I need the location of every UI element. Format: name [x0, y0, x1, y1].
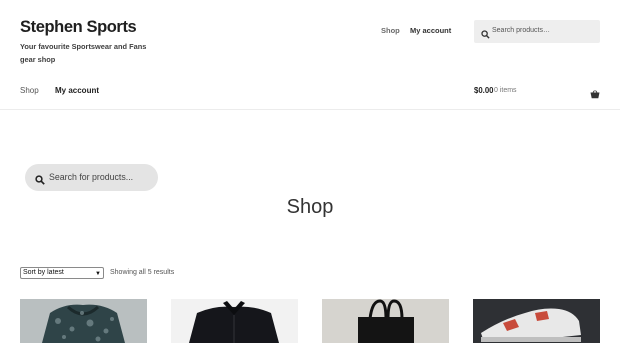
cart-item-count[interactable]: 0 items	[494, 87, 517, 94]
secondary-nav-my-account[interactable]: My account	[410, 26, 451, 35]
site-description: Your favourite Sportswear and Fans gear …	[20, 42, 147, 64]
product-search-placeholder: Search for products...	[49, 172, 134, 182]
product-image-bag[interactable]	[322, 299, 449, 343]
primary-nav-my-account[interactable]: My account	[55, 86, 99, 95]
secondary-nav-shop[interactable]: Shop	[381, 26, 400, 35]
basket-icon[interactable]	[590, 86, 600, 104]
product-image-sneaker[interactable]	[473, 299, 600, 343]
primary-nav-shop[interactable]: Shop	[20, 86, 39, 95]
site-title[interactable]: Stephen Sports	[20, 18, 137, 37]
sort-select[interactable]: Sort by latest ▼	[20, 267, 104, 279]
product-image-jacket[interactable]	[171, 299, 298, 343]
header-search-input[interactable]: Search products…	[474, 20, 600, 43]
product-search-input[interactable]: Search for products...	[25, 164, 158, 191]
product-image-hoodie[interactable]	[20, 299, 147, 343]
result-count: Showing all 5 results	[110, 269, 175, 276]
page-title: Shop	[286, 196, 334, 218]
search-icon	[35, 172, 45, 190]
header-search-placeholder: Search products…	[492, 27, 550, 34]
site-header: Stephen Sports Your favourite Sportswear…	[0, 0, 620, 110]
sort-selected-value: Sort by latest	[23, 269, 64, 276]
cart-amount[interactable]: $0.00	[474, 86, 494, 95]
chevron-down-icon: ▼	[95, 271, 101, 277]
search-icon	[481, 26, 490, 44]
